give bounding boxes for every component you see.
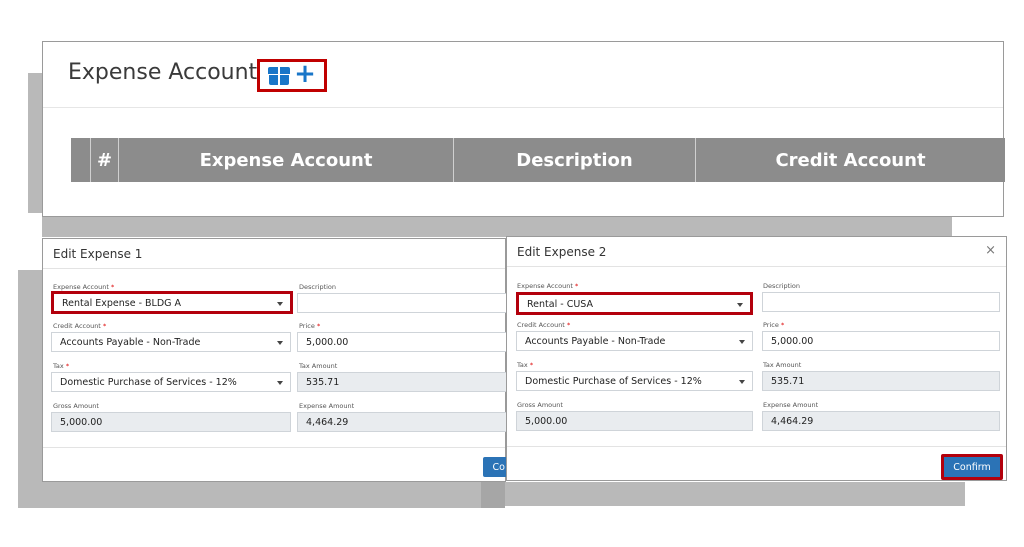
confirm-button[interactable]: Confirm: [941, 454, 1003, 480]
chevron-down-icon: [277, 302, 283, 306]
column-header-expense-account: Expense Account: [119, 138, 454, 182]
price-label: Price *: [763, 321, 785, 329]
price-label: Price *: [299, 322, 321, 330]
modal-header: Edit Expense 1: [43, 239, 505, 269]
confirm-button[interactable]: Co: [483, 457, 507, 477]
panel-header: Expense Account +: [43, 42, 1003, 108]
chevron-down-icon: [739, 340, 745, 344]
price-input[interactable]: 5,000.00: [297, 332, 507, 352]
description-input[interactable]: [762, 292, 1000, 312]
expense-account-select[interactable]: Rental Expense - BLDG A: [51, 291, 293, 314]
gross-amount-label: Gross Amount: [517, 401, 563, 409]
tax-select[interactable]: Domestic Purchase of Services - 12%: [51, 372, 291, 392]
column-header-number: #: [91, 138, 119, 182]
modal-footer: Confirm: [507, 446, 1006, 482]
modal-header: Edit Expense 2 ×: [507, 237, 1006, 267]
chevron-down-icon: [277, 381, 283, 385]
page-title: Expense Account: [68, 60, 258, 85]
chevron-down-icon: [739, 380, 745, 384]
gross-amount-field: 5,000.00: [51, 412, 291, 432]
expense-account-label: Expense Account *: [517, 282, 579, 290]
close-icon[interactable]: ×: [985, 243, 996, 258]
description-label: Description: [299, 283, 337, 291]
tax-amount-field: 535.71: [297, 372, 507, 392]
credit-account-select[interactable]: Accounts Payable - Non-Trade: [51, 332, 291, 352]
description-label: Description: [763, 282, 801, 290]
credit-account-select[interactable]: Accounts Payable - Non-Trade: [516, 331, 753, 351]
backdrop-shadow: [42, 482, 482, 508]
edit-expense-1-modal: Edit Expense 1 Expense Account * Rental …: [42, 238, 507, 483]
gross-amount-field: 5,000.00: [516, 411, 753, 431]
gross-amount-label: Gross Amount: [53, 402, 99, 410]
price-input[interactable]: 5,000.00: [762, 331, 1000, 351]
modal-title: Edit Expense 1: [53, 247, 143, 261]
edit-expense-2-modal: Edit Expense 2 × Expense Account * Renta…: [506, 236, 1007, 481]
modal-title: Edit Expense 2: [517, 245, 607, 259]
chevron-down-icon: [737, 303, 743, 307]
add-expense-account-button[interactable]: +: [257, 59, 327, 92]
expense-amount-field: 4,464.29: [762, 411, 1000, 431]
box-icon: [268, 66, 291, 85]
expense-account-select[interactable]: Rental - CUSA: [516, 292, 753, 315]
tax-select[interactable]: Domestic Purchase of Services - 12%: [516, 371, 753, 391]
tax-amount-field: 535.71: [762, 371, 1000, 391]
plus-icon: +: [294, 59, 316, 89]
column-header-credit-account: Credit Account: [775, 149, 926, 171]
credit-account-label: Credit Account *: [517, 321, 571, 329]
column-header-description: Description: [454, 138, 696, 182]
expense-amount-label: Expense Amount: [763, 401, 819, 409]
tax-amount-label: Tax Amount: [763, 361, 802, 369]
backdrop-shadow: [505, 482, 965, 506]
tax-amount-label: Tax Amount: [299, 362, 338, 370]
modal-footer: Co: [43, 447, 507, 483]
description-input[interactable]: [297, 293, 507, 313]
expense-amount-field: 4,464.29: [297, 412, 507, 432]
tax-label: Tax *: [53, 362, 70, 370]
tax-label: Tax *: [517, 361, 534, 369]
expense-account-label: Expense Account *: [53, 283, 115, 291]
chevron-down-icon: [277, 341, 283, 345]
credit-account-label: Credit Account *: [53, 322, 107, 330]
expense-amount-label: Expense Amount: [299, 402, 355, 410]
table-header-spacer: [71, 138, 91, 182]
backdrop-shadow: [42, 215, 952, 237]
table-header: # Expense Account Description Credit Acc…: [71, 138, 1005, 182]
expense-account-panel: Expense Account + # Expense Account Desc…: [42, 41, 1005, 217]
